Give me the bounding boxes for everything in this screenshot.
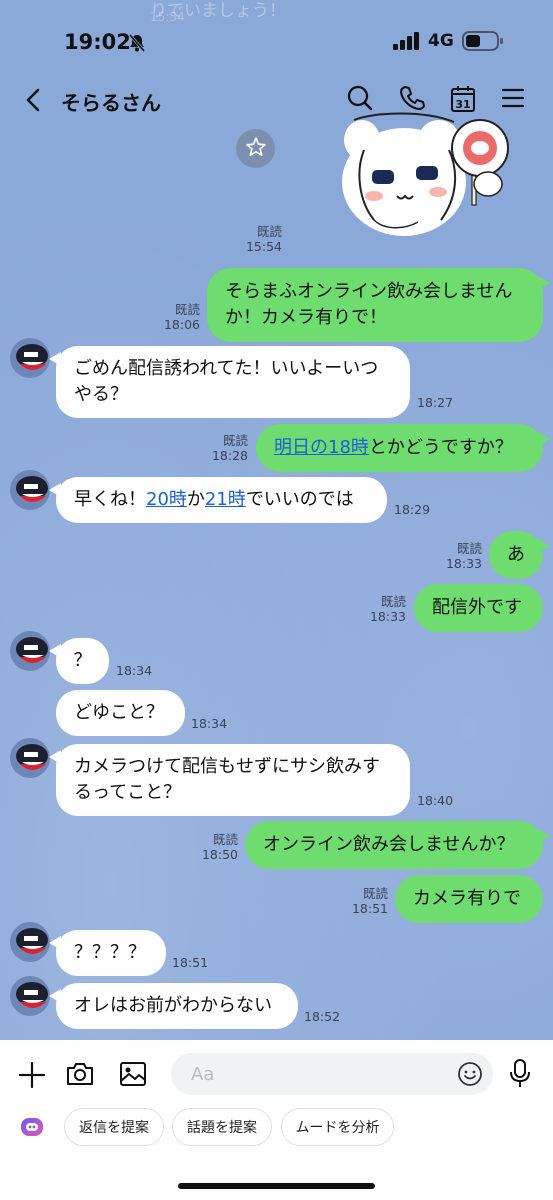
home-indicator[interactable] bbox=[178, 1183, 375, 1189]
read-receipt: 既読 bbox=[174, 302, 200, 317]
back-icon[interactable] bbox=[22, 87, 44, 117]
star-icon bbox=[245, 136, 267, 162]
avatar[interactable] bbox=[10, 470, 50, 510]
outgoing-message[interactable]: カメラ有りで bbox=[395, 875, 543, 923]
incoming-message[interactable]: ごめん配信誘われてた！いいよーいつやる？ bbox=[49, 346, 410, 418]
message-time: 18:06 bbox=[163, 317, 200, 332]
plus-icon[interactable] bbox=[17, 1060, 47, 1094]
sticker-read-receipt: 既読 bbox=[256, 224, 282, 239]
suggest-reply-chip[interactable]: 返信を提案 bbox=[64, 1108, 164, 1146]
message-text: カメラ有りで bbox=[413, 888, 521, 909]
message-text: あ bbox=[507, 544, 525, 565]
message-time: 18:34 bbox=[191, 716, 228, 731]
message-text: でいいのでは bbox=[245, 489, 354, 510]
analyze-mood-chip[interactable]: ムードを分析 bbox=[281, 1108, 394, 1146]
status-time: 19:02 bbox=[64, 30, 131, 54]
message-time: 18:52 bbox=[304, 1009, 341, 1024]
message-text: オレはお前がわからない bbox=[74, 995, 272, 1016]
message-text: とかどうですか？ bbox=[368, 437, 513, 458]
message-time: 18:27 bbox=[417, 395, 454, 410]
suggest-topic-chip[interactable]: 話題を提案 bbox=[172, 1108, 272, 1146]
avatar[interactable] bbox=[10, 922, 50, 962]
message-text: 配信外です bbox=[432, 597, 522, 618]
message-text: ごめん配信誘われてた！いいよーいつやる？ bbox=[74, 358, 379, 405]
incoming-message[interactable]: 早くね！20時か21時でいいのでは bbox=[49, 477, 387, 523]
camera-icon[interactable] bbox=[65, 1059, 95, 1093]
message-text: オンライン飲み会しませんか？ bbox=[263, 834, 515, 855]
read-receipt: 既読 bbox=[222, 433, 248, 448]
incoming-message[interactable]: ？？？？ bbox=[49, 930, 166, 976]
sticker-image[interactable] bbox=[334, 100, 524, 246]
message-text: そらまふオンライン飲み会しませんか！カメラ有りで！ bbox=[225, 281, 513, 328]
read-receipt: 既読 bbox=[212, 832, 238, 847]
mic-icon[interactable] bbox=[507, 1058, 533, 1094]
date-link[interactable]: 明日の18時 bbox=[274, 437, 369, 458]
time-link[interactable]: 20時 bbox=[146, 489, 187, 510]
ghost-message-time: 15:54 bbox=[150, 10, 185, 24]
outgoing-message[interactable]: オンライン飲み会しませんか？ bbox=[245, 821, 550, 869]
incoming-message[interactable]: ？ bbox=[49, 638, 109, 684]
message-time: 18:40 bbox=[417, 793, 454, 808]
message-time: 18:29 bbox=[394, 502, 431, 517]
read-receipt: 既読 bbox=[362, 886, 388, 901]
message-input[interactable] bbox=[171, 1053, 493, 1095]
message-text: 早くね！ bbox=[74, 489, 146, 510]
outgoing-message[interactable]: 配信外です bbox=[414, 584, 543, 632]
message-time: 18:34 bbox=[116, 663, 153, 678]
battery-icon bbox=[462, 31, 504, 55]
avatar[interactable] bbox=[10, 976, 50, 1016]
favorite-button[interactable] bbox=[236, 129, 275, 168]
image-icon[interactable] bbox=[118, 1059, 148, 1093]
read-receipt: 既読 bbox=[456, 541, 482, 556]
emoji-icon[interactable] bbox=[457, 1061, 483, 1091]
message-text: か bbox=[186, 489, 205, 510]
time-link[interactable]: 21時 bbox=[205, 489, 246, 510]
avatar[interactable] bbox=[10, 338, 50, 378]
message-text: どゆこと？ bbox=[74, 702, 164, 723]
message-time: 18:51 bbox=[351, 901, 388, 916]
signal-icon bbox=[393, 32, 421, 54]
incoming-message[interactable]: カメラつけて配信もせずにサシ飲みするってこと？ bbox=[49, 744, 410, 816]
incoming-message[interactable]: オレはお前がわからない bbox=[49, 983, 298, 1029]
avatar[interactable] bbox=[10, 631, 50, 671]
read-receipt: 既読 bbox=[380, 594, 406, 609]
sticker-time: 15:54 bbox=[245, 239, 282, 254]
ai-assistant-icon[interactable] bbox=[19, 1115, 45, 1143]
incoming-message[interactable]: どゆこと？ bbox=[56, 690, 185, 736]
message-text: ？ bbox=[73, 650, 92, 671]
chat-title[interactable]: そらるさん bbox=[61, 87, 161, 116]
message-time: 18:33 bbox=[445, 556, 482, 571]
message-text: ？？？？ bbox=[74, 942, 146, 963]
message-time: 18:50 bbox=[201, 847, 238, 862]
outgoing-message[interactable]: 明日の18時とかどうですか？ bbox=[256, 424, 550, 472]
outgoing-message[interactable]: あ bbox=[489, 531, 550, 579]
message-time: 18:33 bbox=[369, 609, 406, 624]
message-time: 18:28 bbox=[211, 448, 248, 463]
bell-slash-icon bbox=[127, 33, 147, 57]
outgoing-message[interactable]: そらまふオンライン飲み会しませんか！カメラ有りで！ bbox=[207, 268, 550, 342]
avatar[interactable] bbox=[10, 738, 50, 778]
network-type: 4G bbox=[428, 31, 454, 51]
message-text: カメラつけて配信もせずにサシ飲みするってこと？ bbox=[74, 756, 380, 803]
message-time: 18:51 bbox=[172, 955, 209, 970]
